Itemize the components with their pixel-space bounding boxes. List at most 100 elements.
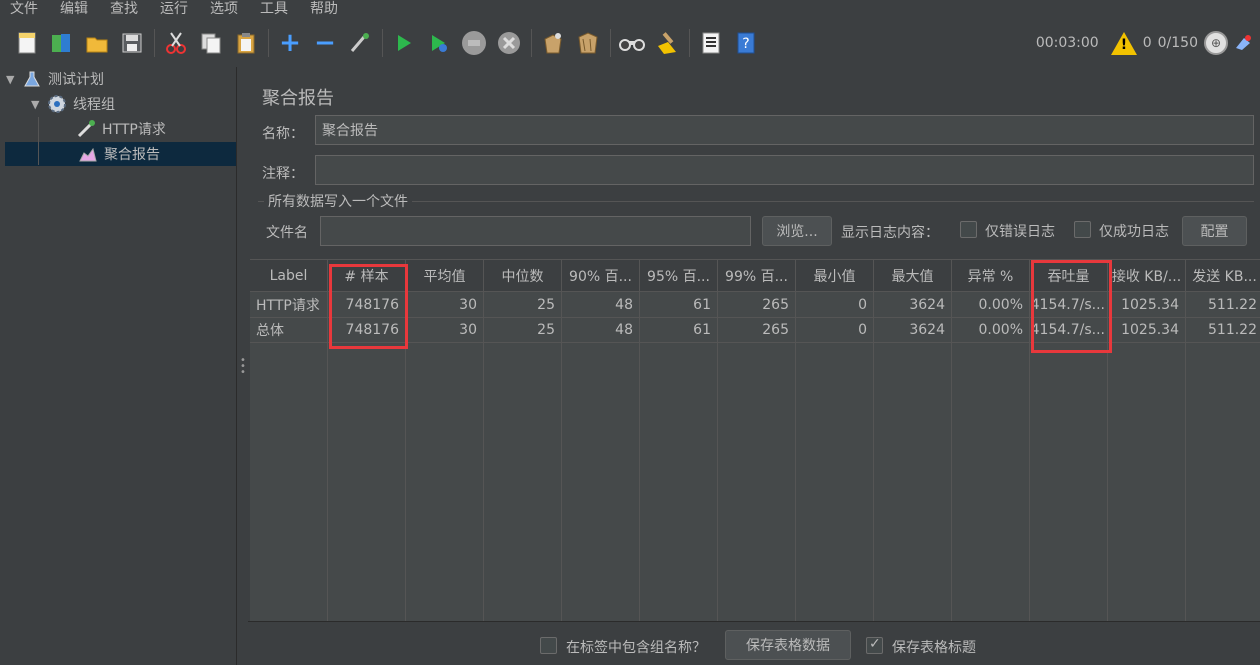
save-table-data-button[interactable]: 保存表格数据 [725, 630, 851, 660]
table-cell: HTTP请求 [250, 293, 328, 318]
errors-only-label: 仅错误日志 [985, 224, 1055, 240]
comment-field[interactable] [315, 155, 1254, 185]
name-field[interactable] [315, 115, 1254, 145]
table-cell: 3624 [874, 318, 952, 343]
configure-button[interactable]: 配置 [1182, 216, 1247, 246]
start-no-pause-icon[interactable] [424, 28, 454, 58]
filename-field[interactable] [320, 216, 751, 246]
include-group-name-checkbox[interactable] [540, 637, 557, 654]
column-header[interactable]: # 样本 [328, 260, 406, 292]
save-table-header-label: 保存表格标题 [892, 640, 976, 656]
menu-bar: 文件 编辑 查找 运行 选项 工具 帮助 [0, 0, 1260, 19]
results-table[interactable]: Label # 样本 平均值 中位数 90% 百... 95% 百... 99%… [250, 259, 1260, 621]
start-icon[interactable] [389, 28, 419, 58]
new-icon[interactable] [12, 28, 42, 58]
tree-item-label: HTTP请求 [102, 122, 166, 138]
success-only-label: 仅成功日志 [1099, 224, 1169, 240]
tree-node-aggregate-report[interactable]: 聚合报告 [5, 142, 236, 166]
reset-search-icon[interactable] [652, 28, 682, 58]
menu-edit[interactable]: 编辑 [49, 0, 99, 19]
shutdown-icon[interactable] [494, 28, 524, 58]
column-header[interactable]: 95% 百... [640, 260, 718, 292]
tree-node-thread-group[interactable]: ▼ 线程组 [31, 92, 236, 116]
tree-node-http-request[interactable]: HTTP请求 [76, 117, 236, 141]
table-header: Label # 样本 平均值 中位数 90% 百... 95% 百... 99%… [250, 260, 1260, 292]
table-cell: 30 [406, 293, 484, 318]
svg-text:?: ? [742, 36, 749, 52]
function-helper-icon[interactable] [696, 28, 726, 58]
name-label: 名称： [262, 126, 304, 142]
table-cell: 总体 [250, 318, 328, 343]
menu-help[interactable]: 帮助 [299, 0, 349, 19]
table-cell: 0 [796, 318, 874, 343]
column-header[interactable]: 异常 % [952, 260, 1030, 292]
expand-icon[interactable]: + [275, 28, 305, 58]
browse-button[interactable]: 浏览... [762, 216, 832, 246]
column-header[interactable]: 接收 KB/... [1108, 260, 1186, 292]
help-icon[interactable]: ? [731, 28, 761, 58]
column-header[interactable]: 99% 百... [718, 260, 796, 292]
chevron-down-icon[interactable]: ▼ [6, 73, 22, 86]
save-icon[interactable] [117, 28, 147, 58]
bottom-bar: 在标签中包含组名称？ 保存表格数据 保存表格标题 [248, 621, 1260, 665]
menu-search[interactable]: 查找 [99, 0, 149, 19]
clear-icon[interactable] [538, 28, 568, 58]
menu-run[interactable]: 运行 [149, 0, 199, 19]
write-to-file-group-title: 所有数据写入一个文件 [264, 191, 412, 211]
paste-icon[interactable] [231, 28, 261, 58]
table-cell: 265 [718, 318, 796, 343]
menu-file[interactable]: 文件 [0, 0, 49, 19]
column-header[interactable]: 中位数 [484, 260, 562, 292]
table-cell: 3624 [874, 293, 952, 318]
table-row[interactable]: 总体 748176 30 25 48 61 265 0 3624 0.00% 4… [250, 318, 1260, 343]
menu-options[interactable]: 选项 [199, 0, 249, 19]
column-header[interactable]: 最小值 [796, 260, 874, 292]
clear-all-icon[interactable] [573, 28, 603, 58]
success-only-checkbox[interactable] [1074, 221, 1091, 238]
table-cell: 61 [640, 318, 718, 343]
page-title: 聚合报告 [262, 88, 334, 109]
collapse-icon[interactable]: − [310, 28, 340, 58]
log-viewer-icon[interactable] [1234, 34, 1252, 52]
table-cell: 1025.34 [1108, 318, 1186, 343]
warning-count: 0 [1142, 35, 1152, 51]
errors-only-checkbox[interactable] [960, 221, 977, 238]
table-cell: 61 [640, 293, 718, 318]
remote-status-icon[interactable]: ⊕ [1204, 31, 1228, 55]
search-icon[interactable] [617, 28, 647, 58]
aggregate-report-panel: 聚合报告 名称： 注释： 所有数据写入一个文件 文件名 浏览... 显示日志内容… [248, 67, 1260, 665]
tree-item-label: 线程组 [73, 97, 115, 113]
table-cell: 748176 [328, 318, 406, 343]
open-icon[interactable] [82, 28, 112, 58]
toolbar: + − ? 00:03:00 0 0/150 ⊕ [0, 19, 1260, 67]
toggle-icon[interactable] [345, 28, 375, 58]
table-cell: 511.22 [1186, 293, 1260, 318]
table-cell: 511.22 [1186, 318, 1260, 343]
column-header[interactable]: 最大值 [874, 260, 952, 292]
splitter-handle[interactable]: • • • [240, 356, 246, 378]
tree-node-test-plan[interactable]: ▼ 测试计划 [6, 67, 236, 91]
table-cell: 4154.7/s... [1030, 293, 1108, 318]
menu-tools[interactable]: 工具 [249, 0, 299, 19]
column-header[interactable]: 吞吐量 [1030, 260, 1108, 292]
table-cell: 748176 [328, 293, 406, 318]
save-table-header-checkbox[interactable] [866, 636, 883, 654]
column-header[interactable]: Label [250, 260, 328, 292]
column-header[interactable]: 发送 KB... [1186, 260, 1260, 292]
table-cell: 0 [796, 293, 874, 318]
column-header[interactable]: 90% 百... [562, 260, 640, 292]
tree-item-label: 聚合报告 [104, 147, 160, 163]
table-cell: 4154.7/s... [1030, 318, 1108, 343]
column-header[interactable]: 平均值 [406, 260, 484, 292]
chevron-down-icon[interactable]: ▼ [31, 98, 47, 111]
table-cell: 1025.34 [1108, 293, 1186, 318]
warning-icon[interactable] [1110, 31, 1137, 55]
filename-label: 文件名 [266, 225, 308, 241]
stop-icon[interactable] [459, 28, 489, 58]
cut-icon[interactable] [161, 28, 191, 58]
templates-icon[interactable] [47, 28, 77, 58]
table-cell: 265 [718, 293, 796, 318]
table-row[interactable]: HTTP请求 748176 30 25 48 61 265 0 3624 0.0… [250, 293, 1260, 318]
copy-icon[interactable] [196, 28, 226, 58]
table-cell: 0.00% [952, 318, 1030, 343]
